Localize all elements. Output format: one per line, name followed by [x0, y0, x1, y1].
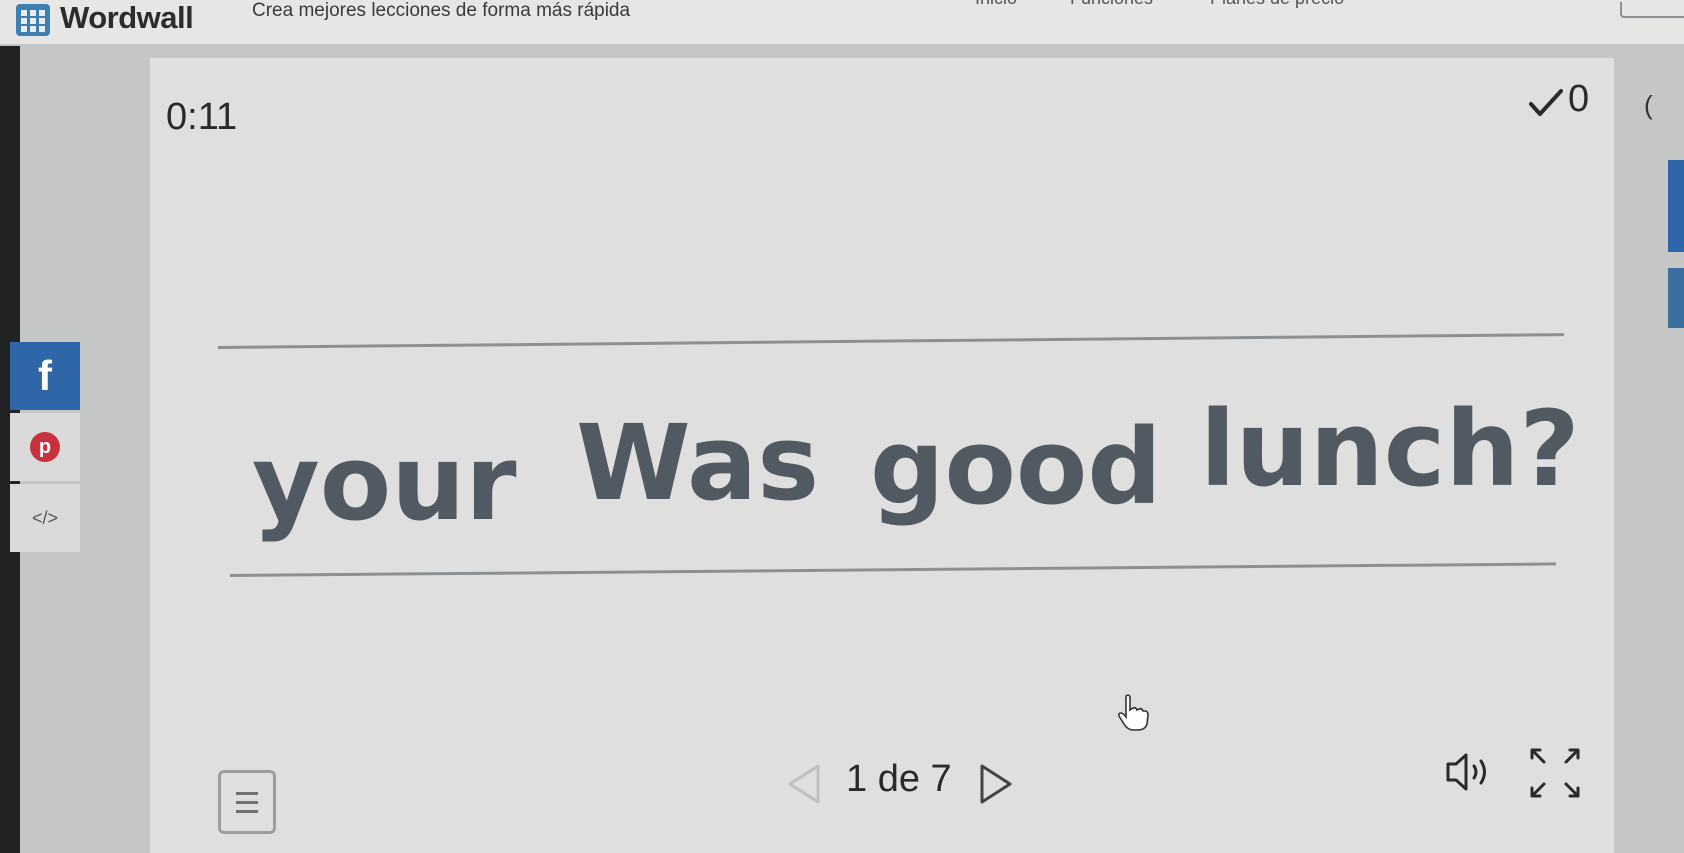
nav-item-inicio[interactable]: Inicio	[975, 0, 1017, 9]
share-facebook-button[interactable]: f	[10, 342, 80, 410]
pinterest-icon: p	[30, 432, 60, 462]
side-tab[interactable]	[1668, 268, 1684, 328]
word-tile[interactable]: Was	[576, 398, 819, 528]
embed-icon: </>	[31, 507, 59, 528]
word-tile[interactable]: lunch?	[1200, 384, 1580, 514]
audio-icon[interactable]	[1444, 750, 1504, 794]
timer: 0:11	[166, 96, 238, 138]
word-tiles: your Was good lunch?	[240, 388, 1580, 544]
menu-button[interactable]	[218, 770, 276, 834]
nav-item-planes[interactable]: Planes de precio	[1210, 0, 1344, 9]
embed-button[interactable]: </>	[10, 484, 80, 552]
tagline: Crea mejores lecciones de forma más rápi…	[252, 0, 631, 21]
top-bar: Wordwall Crea mejores lecciones de forma…	[0, 0, 1684, 46]
score-count: 0	[1568, 78, 1590, 120]
check-icon	[1529, 89, 1563, 116]
menu-icon	[236, 791, 258, 795]
nav-item-funciones[interactable]: Funciones	[1070, 0, 1153, 9]
brand-name[interactable]: Wordwall	[60, 0, 194, 36]
facebook-icon: f	[38, 352, 52, 399]
previous-button[interactable]	[782, 762, 826, 806]
wordwall-logo-icon[interactable]	[16, 4, 50, 36]
hand-cursor-icon	[1117, 694, 1149, 731]
page-indicator: 1 de 7	[846, 758, 952, 800]
share-pinterest-button[interactable]: p	[10, 413, 80, 481]
fullscreen-icon[interactable]	[1526, 744, 1584, 802]
side-tab[interactable]	[1668, 160, 1684, 252]
right-edge-text: (	[1644, 90, 1653, 120]
word-tile[interactable]: your	[252, 418, 517, 548]
login-button[interactable]	[1620, 2, 1684, 18]
word-tile[interactable]: good	[870, 402, 1162, 532]
next-button[interactable]	[974, 762, 1018, 806]
